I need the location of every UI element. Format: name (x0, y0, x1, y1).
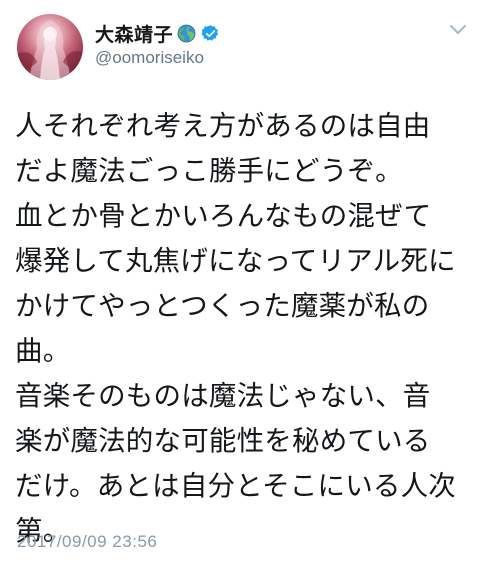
tweet-text-line: 音楽そのものは魔法じゃない、音 (15, 380, 431, 412)
chevron-down-icon[interactable] (449, 22, 467, 36)
avatar-image (17, 20, 83, 80)
tweet-text-line: 楽が魔法的な可能性を秘めている (15, 425, 431, 457)
verified-badge-icon (201, 24, 220, 43)
tweet-text-line: かけてやっとつくった魔薬が私の (15, 290, 430, 322)
tweet-text-line: 人それぞれ考え方があるのは自由 (15, 110, 431, 142)
tweet-text: 人それぞれ考え方があるのは自由 だよ魔法ごっこ勝手にどうぞ。 血とか骨とかいろん… (15, 104, 475, 554)
tweet-text-line: だけ。あとは自分とそこにいる人次 (15, 470, 456, 502)
tweet-text-line: 曲。 (15, 335, 71, 367)
user-handle[interactable]: @oomoriseiko (95, 48, 204, 68)
globe-earth-icon (177, 24, 196, 43)
avatar[interactable] (17, 14, 83, 80)
tweet-timestamp[interactable]: 2017/09/09 23:56 (17, 532, 157, 552)
tweet-card: 大森靖子 @oomoriseiko 人それぞれ考え方があるのは自由 だよ魔法ごっ… (0, 0, 480, 569)
tweet-text-line: 血とか骨とかいろんなもの混ぜて (15, 200, 432, 232)
display-name[interactable]: 大森靖子 (95, 20, 173, 47)
author-name-row: 大森靖子 (95, 20, 220, 46)
tweet-text-line: だよ魔法ごっこ勝手にどうぞ。 (15, 155, 403, 187)
tweet-text-line: 爆発して丸焦げになってリアル死に (15, 245, 456, 277)
